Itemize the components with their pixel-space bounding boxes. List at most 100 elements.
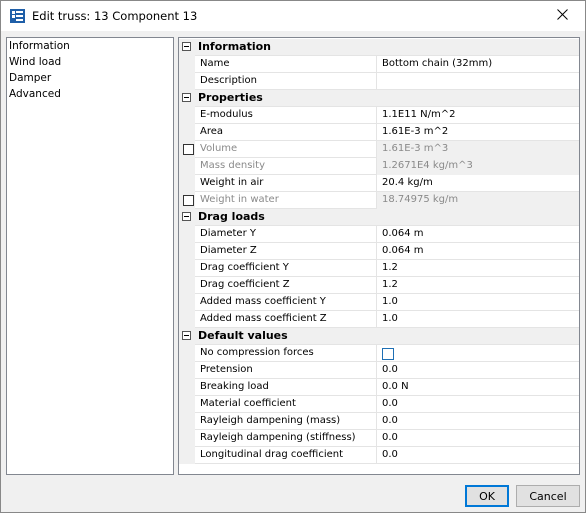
property-row[interactable]: Drag coefficient Z 1.2 [179, 277, 579, 294]
property-value[interactable]: 1.0 [382, 313, 398, 324]
property-value[interactable]: 1.1E11 N/m^2 [382, 109, 455, 120]
column-divider [376, 413, 377, 430]
section-label: Properties [198, 91, 263, 104]
column-divider [376, 294, 377, 311]
property-row[interactable]: Volume 1.61E-3 m^3 [179, 141, 579, 158]
property-value[interactable]: 0.064 m [382, 228, 424, 239]
column-divider [376, 396, 377, 413]
collapse-icon[interactable] [182, 212, 191, 221]
property-name: Description [200, 75, 257, 86]
column-divider [376, 226, 377, 243]
property-row[interactable]: Diameter Y 0.064 m [179, 226, 579, 243]
close-button[interactable] [540, 1, 585, 31]
collapse-icon[interactable] [182, 42, 191, 51]
gutter [179, 175, 195, 192]
property-value[interactable]: 0.064 m [382, 245, 424, 256]
property-row[interactable]: E-modulus 1.1E11 N/m^2 [179, 107, 579, 124]
property-row[interactable]: Rayleigh dampening (stiffness) 0.0 [179, 430, 579, 447]
gutter [179, 379, 195, 396]
property-value[interactable]: 20.4 kg/m [382, 177, 433, 188]
property-value[interactable]: Bottom chain (32mm) [382, 58, 492, 69]
property-name: Added mass coefficient Z [200, 313, 327, 324]
gutter [179, 209, 195, 226]
edit-truss-dialog: Edit truss: 13 Component 13 Information W… [0, 0, 586, 513]
property-row[interactable]: Breaking load 0.0 N [179, 379, 579, 396]
override-checkbox[interactable] [183, 195, 194, 206]
column-divider [376, 362, 377, 379]
property-row[interactable]: Added mass coefficient Y 1.0 [179, 294, 579, 311]
column-divider [376, 311, 377, 328]
property-name: Rayleigh dampening (mass) [200, 415, 341, 426]
property-name: No compression forces [200, 347, 314, 358]
property-value[interactable]: 0.0 [382, 415, 398, 426]
gutter [179, 39, 195, 56]
property-value: 18.74975 kg/m [382, 194, 459, 205]
ok-button[interactable]: OK [465, 485, 509, 507]
window-title: Edit truss: 13 Component 13 [32, 9, 198, 23]
column-divider [376, 260, 377, 277]
property-name: E-modulus [200, 109, 253, 120]
property-row[interactable]: Rayleigh dampening (mass) 0.0 [179, 413, 579, 430]
title-bar: Edit truss: 13 Component 13 [1, 1, 585, 31]
nav-item[interactable]: Damper [7, 70, 173, 86]
close-icon [557, 9, 568, 23]
cancel-button[interactable]: Cancel [516, 485, 580, 507]
section-label: Information [198, 40, 271, 53]
property-name: Drag coefficient Y [200, 262, 289, 273]
gutter [179, 107, 195, 124]
section-label: Default values [198, 329, 288, 342]
column-divider [376, 192, 377, 209]
property-row[interactable]: Material coefficient 0.0 [179, 396, 579, 413]
collapse-icon[interactable] [182, 93, 191, 102]
column-divider [376, 158, 377, 175]
property-name: Longitudinal drag coefficient [200, 449, 344, 460]
property-value[interactable]: 1.2 [382, 262, 398, 273]
property-name: Added mass coefficient Y [200, 296, 326, 307]
property-row[interactable]: Pretension 0.0 [179, 362, 579, 379]
nav-item[interactable]: Advanced [7, 86, 173, 102]
gutter [179, 396, 195, 413]
gutter [179, 192, 195, 209]
property-row[interactable]: Mass density 1.2671E4 kg/m^3 [179, 158, 579, 175]
property-value[interactable]: 0.0 [382, 364, 398, 375]
gutter [179, 362, 195, 379]
property-value[interactable]: 1.61E-3 m^2 [382, 126, 448, 137]
property-name: Diameter Z [200, 245, 257, 256]
collapse-icon[interactable] [182, 331, 191, 340]
gutter [179, 56, 195, 73]
column-divider [376, 141, 377, 158]
override-checkbox[interactable] [183, 144, 194, 155]
property-name: Volume [200, 143, 238, 154]
property-name: Name [200, 58, 230, 69]
property-row[interactable]: Weight in water 18.74975 kg/m [179, 192, 579, 209]
nav-item[interactable]: Wind load [7, 54, 173, 70]
property-row[interactable]: Name Bottom chain (32mm) [179, 56, 579, 73]
gutter [179, 90, 195, 107]
property-value[interactable]: 0.0 N [382, 381, 409, 392]
property-row[interactable]: Description [179, 73, 579, 90]
gutter [179, 158, 195, 175]
property-row[interactable]: Drag coefficient Y 1.2 [179, 260, 579, 277]
property-value[interactable]: 1.2 [382, 279, 398, 290]
nav-item[interactable]: Information [7, 38, 173, 54]
property-value[interactable]: 0.0 [382, 398, 398, 409]
gutter [179, 413, 195, 430]
property-row[interactable]: Diameter Z 0.064 m [179, 243, 579, 260]
property-row[interactable]: Area 1.61E-3 m^2 [179, 124, 579, 141]
no-compression-checkbox[interactable] [382, 348, 394, 360]
grid-section-header: Properties [179, 90, 579, 107]
column-divider [376, 56, 377, 73]
category-list: Information Wind load Damper Advanced [6, 37, 174, 475]
property-name: Area [200, 126, 224, 137]
property-row[interactable]: Added mass coefficient Z 1.0 [179, 311, 579, 328]
column-divider [376, 379, 377, 396]
property-row[interactable]: No compression forces [179, 345, 579, 362]
property-value[interactable]: 0.0 [382, 432, 398, 443]
gutter [179, 328, 195, 345]
property-value[interactable]: 1.0 [382, 296, 398, 307]
property-row[interactable]: Weight in air 20.4 kg/m [179, 175, 579, 192]
column-divider [376, 430, 377, 447]
property-row[interactable]: Longitudinal drag coefficient 0.0 [179, 447, 579, 464]
gutter [179, 311, 195, 328]
property-value[interactable]: 0.0 [382, 449, 398, 460]
